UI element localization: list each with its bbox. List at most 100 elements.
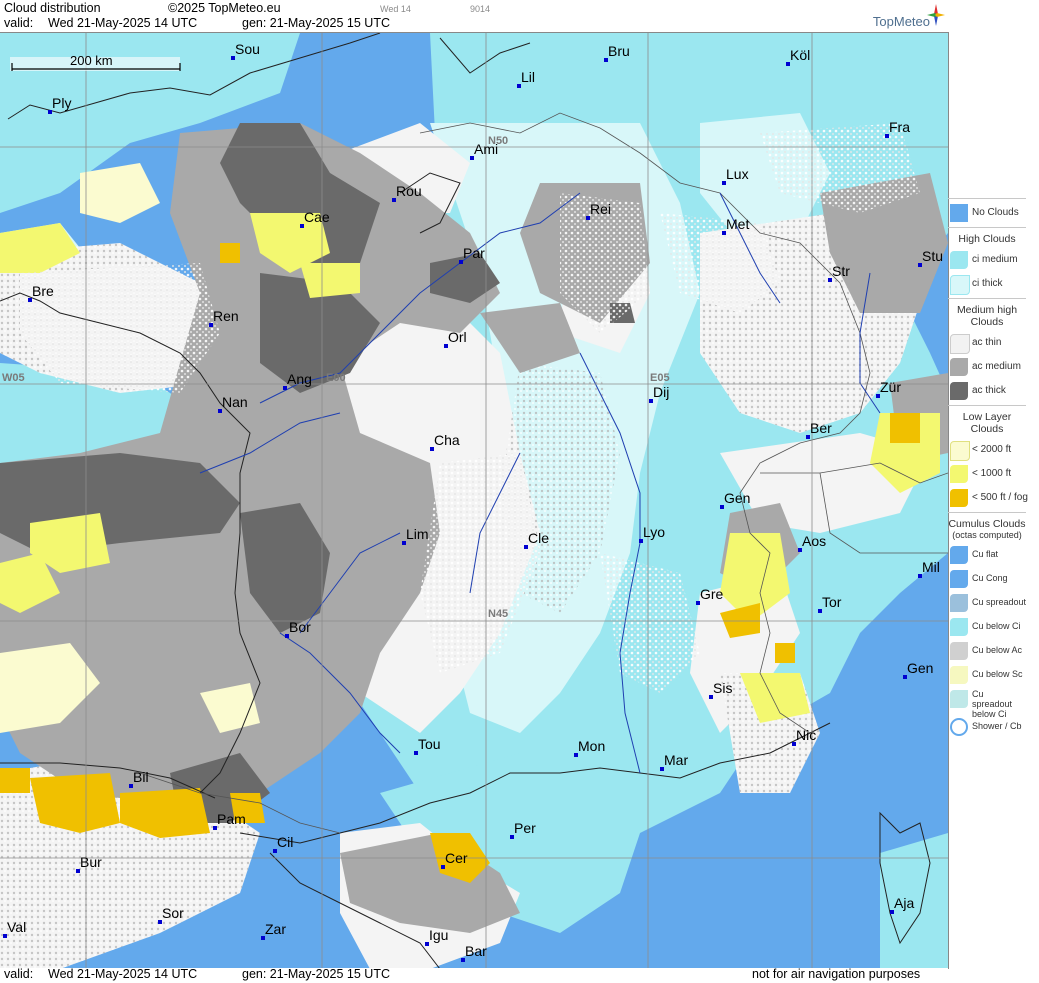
ac-medium-swatch <box>950 358 968 376</box>
cu-spreadout-swatch <box>950 594 968 612</box>
legend-cumulus: Cumulus Clouds (octas computed) Cu flat … <box>948 512 1026 741</box>
legend-section-title: Cumulus Clouds <box>948 518 1026 530</box>
legend-section-subtitle: (octas computed) <box>952 530 1022 540</box>
footer-valid-label: valid: <box>4 967 34 981</box>
compass-logo-icon <box>927 4 945 26</box>
generated-time: gen: 21-May-2025 15 UTC <box>242 16 390 30</box>
map-footer: valid: Wed 21-May-2025 14 UTC gen: 21-Ma… <box>0 967 948 983</box>
legend-label: Cu spreadout <box>972 597 1027 607</box>
legend-label: Shower / Cb <box>972 721 1022 731</box>
low-500-swatch <box>950 489 968 507</box>
cu-spreadout-below-ci-swatch <box>950 690 968 708</box>
city-label: Lyo <box>643 524 665 540</box>
footer-valid-time: Wed 21-May-2025 14 UTC <box>48 967 198 981</box>
legend-label: ci medium <box>972 254 1018 265</box>
legend-label: ac thick <box>972 385 1006 396</box>
cu-below-sc-swatch <box>950 666 968 684</box>
legend-high-clouds: High Clouds ci medium ci thick <box>948 227 1026 298</box>
city-label: Tou <box>418 736 441 752</box>
city-label: Ber <box>810 420 832 436</box>
city-label: Nan <box>222 394 248 410</box>
legend-label: No Clouds <box>972 207 1019 218</box>
city-label: Cer <box>445 850 468 866</box>
city-label: Cae <box>304 209 330 225</box>
map-header: Cloud distribution ©2025 TopMeteo.eu Wed… <box>0 0 948 32</box>
cu-cong-swatch <box>950 570 968 588</box>
low-2000-swatch <box>950 441 970 461</box>
city-label: Sou <box>235 41 260 57</box>
city-label: Bor <box>289 619 311 635</box>
city-label: Sis <box>713 680 732 696</box>
city-label: Pam <box>217 811 246 827</box>
ac-thin-swatch <box>950 334 970 354</box>
city-label: Bil <box>133 769 149 785</box>
legend-label: Cu below Ci <box>972 621 1021 631</box>
legend-low-clouds: Low Layer Clouds < 2000 ft < 1000 ft < 5… <box>948 405 1028 512</box>
city-label: Ply <box>52 95 71 111</box>
city-label: Val <box>7 919 26 935</box>
grid-label-n45: N45 <box>488 608 508 620</box>
time-tab-label: Wed 14 <box>380 4 411 14</box>
legend-section-title: High Clouds <box>958 233 1016 245</box>
footer-generated-time: gen: 21-May-2025 15 UTC <box>242 967 390 981</box>
city-label: Rou <box>396 183 422 199</box>
run-tab-label: 9014 <box>470 4 491 14</box>
city-label: Aja <box>894 895 914 911</box>
scale-label: 200 km <box>70 53 113 68</box>
city-label: Nic <box>796 727 816 743</box>
city-label: Bru <box>608 43 630 59</box>
city-label: Per <box>514 820 536 836</box>
city-label: Bre <box>32 283 54 299</box>
legend-label: < 2000 ft <box>972 444 1012 455</box>
ac-thick-swatch <box>950 382 968 400</box>
city-label: Met <box>726 216 749 232</box>
ci-medium-swatch <box>950 251 968 269</box>
city-label: Lux <box>726 166 749 182</box>
chart-title: Cloud distribution <box>4 1 101 15</box>
legend-medium-clouds: Medium high Clouds ac thin ac medium ac … <box>948 298 1026 405</box>
legend-label: Cu Cong <box>972 573 1008 583</box>
disclaimer: not for air navigation purposes <box>752 967 921 981</box>
city-label: Cha <box>434 432 460 448</box>
city-label: Str <box>832 263 850 279</box>
valid-label: valid: <box>4 16 34 30</box>
legend-panel: No Clouds High Clouds ci medium ci thick… <box>948 198 1028 741</box>
legend-label: ci thick <box>972 278 1003 289</box>
city-label: Mon <box>578 738 605 754</box>
city-label: Cle <box>528 530 549 546</box>
legend-section-title: Medium high Clouds <box>956 304 1018 328</box>
city-label: Cil <box>277 834 293 850</box>
city-label: Gen <box>907 660 933 676</box>
no-clouds-swatch <box>950 204 968 222</box>
copyright-notice: ©2025 TopMeteo.eu <box>168 1 281 15</box>
shower-cb-swatch <box>950 718 968 736</box>
city-label: Köl <box>790 47 810 63</box>
cu-below-ci-swatch <box>950 618 968 636</box>
city-label: Sor <box>162 905 184 921</box>
legend-label: Cu below Sc <box>972 669 1023 679</box>
legend-label: Cu flat <box>972 549 999 559</box>
city-label: Zür <box>880 379 901 395</box>
city-label: Gen <box>724 490 750 506</box>
cu-flat-swatch <box>950 546 968 564</box>
city-label: Bur <box>80 854 102 870</box>
ci-thick-swatch <box>950 275 970 295</box>
city-label: Aos <box>802 533 826 549</box>
city-label: Ang <box>287 371 312 387</box>
legend-label: ac medium <box>972 361 1021 372</box>
city-label: Par <box>463 245 485 261</box>
grid-label-e00: E00 <box>326 372 346 384</box>
legend-label: < 500 ft / fog <box>972 492 1028 503</box>
grid-label-e05: E05 <box>650 372 670 384</box>
city-label: Bar <box>465 943 487 959</box>
brand-name: TopMeteo <box>872 14 930 29</box>
cloud-map[interactable]: N50 N45 E00 E05 W05 200 km Sou Bru Köl Lil P… <box>0 32 949 969</box>
city-label: Fra <box>889 119 910 135</box>
city-label: Lim <box>406 526 429 542</box>
legend-label: Cu below Ac <box>972 645 1023 655</box>
city-label: Igu <box>429 927 448 943</box>
legend-no-clouds: No Clouds <box>948 198 1026 227</box>
city-label: Tor <box>822 594 842 610</box>
low-1000-swatch <box>950 465 968 483</box>
city-label: Lil <box>521 69 535 85</box>
